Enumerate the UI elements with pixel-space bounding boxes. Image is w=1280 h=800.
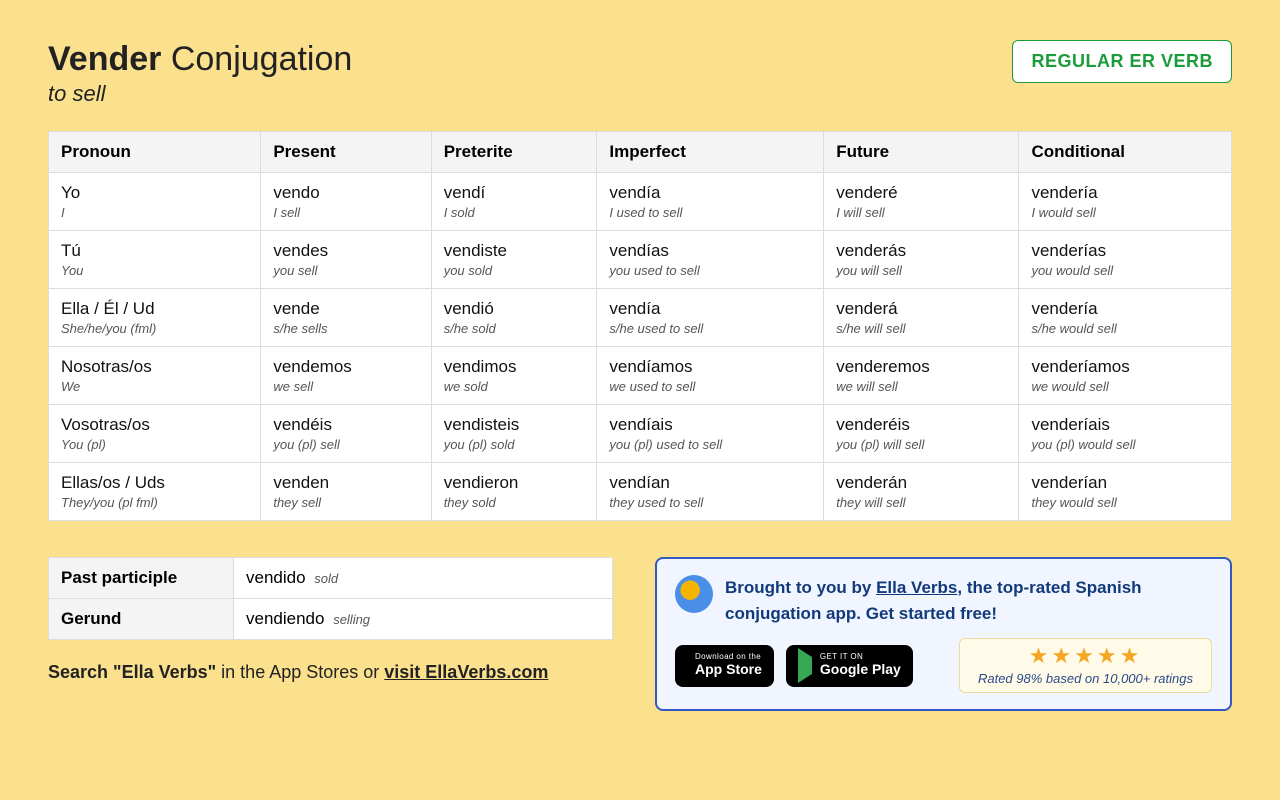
search-rest: in the App Stores or (216, 662, 384, 682)
column-header: Pronoun (49, 132, 261, 173)
google-play-button[interactable]: GET IT ON Google Play (786, 645, 913, 687)
left-column: Past participlevendido soldGerundvendien… (48, 557, 613, 683)
pronoun-cell: Ella / Él / UdShe/he/you (fml) (49, 289, 261, 347)
conjugation-cell: vendiós/he sold (431, 289, 597, 347)
conjugation-cell: vendías/he used to sell (597, 289, 824, 347)
rating-text: Rated 98% based on 10,000+ ratings (978, 671, 1193, 686)
table-row: TúYouvendesyou sellvendisteyou soldvendí… (49, 231, 1232, 289)
title-suffix: Conjugation (161, 40, 352, 78)
subtitle: to sell (48, 81, 352, 107)
conjugation-cell: vendemoswe sell (261, 347, 431, 405)
column-header: Present (261, 132, 431, 173)
conjugation-cell: vendíI sold (431, 173, 597, 231)
conjugation-cell: vendíanthey used to sell (597, 463, 824, 521)
pronoun-cell: Vosotras/osYou (pl) (49, 405, 261, 463)
pronoun-cell: TúYou (49, 231, 261, 289)
play-icon (798, 657, 812, 675)
promo-bottom: Download on the App Store GET IT ON Goog… (675, 638, 1212, 693)
table-row: Vosotras/osYou (pl)vendéisyou (pl) sellv… (49, 405, 1232, 463)
search-bold: Search "Ella Verbs" (48, 662, 216, 682)
conjugation-cell: vendesyou sell (261, 231, 431, 289)
header: Vender Conjugation to sell REGULAR ER VE… (48, 40, 1232, 107)
participle-table: Past participlevendido soldGerundvendien… (48, 557, 613, 640)
conjugation-cell: venderíaisyou (pl) would sell (1019, 405, 1232, 463)
column-header: Preterite (431, 132, 597, 173)
table-row: Past participlevendido sold (49, 558, 613, 599)
conjugation-cell: vendíasyou used to sell (597, 231, 824, 289)
column-header: Future (824, 132, 1019, 173)
participle-cell: vendido sold (234, 558, 613, 599)
conjugation-cell: venderánthey will sell (824, 463, 1019, 521)
bottom-row: Past participlevendido soldGerundvendien… (48, 557, 1232, 711)
app-icon (675, 575, 713, 613)
pronoun-cell: Nosotras/osWe (49, 347, 261, 405)
table-row: Ella / Él / UdShe/he/you (fml)vendes/he … (49, 289, 1232, 347)
search-line: Search "Ella Verbs" in the App Stores or… (48, 662, 613, 683)
conjugation-cell: vendéisyou (pl) sell (261, 405, 431, 463)
rating-box: ★★★★★ Rated 98% based on 10,000+ ratings (959, 638, 1212, 693)
table-row: Gerundvendiendo selling (49, 599, 613, 640)
column-header: Conditional (1019, 132, 1232, 173)
conjugation-cell: venderéisyou (pl) will sell (824, 405, 1019, 463)
page-title: Vender Conjugation (48, 40, 352, 79)
promo-box: Brought to you by Ella Verbs, the top-ra… (655, 557, 1232, 711)
conjugation-table: PronounPresentPreteriteImperfectFutureCo… (48, 131, 1232, 521)
ellaverbs-link[interactable]: visit EllaVerbs.com (384, 662, 548, 682)
participle-cell: vendiendo selling (234, 599, 613, 640)
appstore-line2: App Store (695, 662, 762, 677)
conjugation-cell: vendoI sell (261, 173, 431, 231)
conjugation-cell: venderíanthey would sell (1019, 463, 1232, 521)
participle-label: Past participle (49, 558, 234, 599)
conjugation-cell: venderemoswe will sell (824, 347, 1019, 405)
verb-type-badge: REGULAR ER VERB (1012, 40, 1232, 83)
table-row: Ellas/os / UdsThey/you (pl fml)vendenthe… (49, 463, 1232, 521)
conjugation-cell: venderíaI would sell (1019, 173, 1232, 231)
conjugation-cell: venderíasyou would sell (1019, 231, 1232, 289)
conjugation-cell: venderías/he would sell (1019, 289, 1232, 347)
conjugation-cell: vendenthey sell (261, 463, 431, 521)
pronoun-cell: YoI (49, 173, 261, 231)
app-store-button[interactable]: Download on the App Store (675, 645, 774, 687)
conjugation-cell: vendieronthey sold (431, 463, 597, 521)
conjugation-cell: venderás/he will sell (824, 289, 1019, 347)
conjugation-cell: vendíaisyou (pl) used to sell (597, 405, 824, 463)
conjugation-cell: vendíamoswe used to sell (597, 347, 824, 405)
play-line2: Google Play (820, 662, 901, 677)
ella-verbs-link[interactable]: Ella Verbs (876, 578, 957, 597)
conjugation-cell: vendisteyou sold (431, 231, 597, 289)
table-row: YoIvendoI sellvendíI soldvendíaI used to… (49, 173, 1232, 231)
title-block: Vender Conjugation to sell (48, 40, 352, 107)
table-row: Nosotras/osWevendemoswe sellvendimoswe s… (49, 347, 1232, 405)
promo-prefix: Brought to you by (725, 578, 876, 597)
conjugation-cell: venderéI will sell (824, 173, 1019, 231)
conjugation-cell: vendimoswe sold (431, 347, 597, 405)
participle-label: Gerund (49, 599, 234, 640)
conjugation-cell: vendíaI used to sell (597, 173, 824, 231)
conjugation-cell: venderíamoswe would sell (1019, 347, 1232, 405)
pronoun-cell: Ellas/os / UdsThey/you (pl fml) (49, 463, 261, 521)
promo-text: Brought to you by Ella Verbs, the top-ra… (725, 575, 1212, 626)
conjugation-cell: venderásyou will sell (824, 231, 1019, 289)
conjugation-cell: vendes/he sells (261, 289, 431, 347)
verb-name: Vender (48, 40, 161, 78)
star-icons: ★★★★★ (978, 643, 1193, 669)
column-header: Imperfect (597, 132, 824, 173)
promo-top: Brought to you by Ella Verbs, the top-ra… (675, 575, 1212, 626)
conjugation-cell: vendisteisyou (pl) sold (431, 405, 597, 463)
